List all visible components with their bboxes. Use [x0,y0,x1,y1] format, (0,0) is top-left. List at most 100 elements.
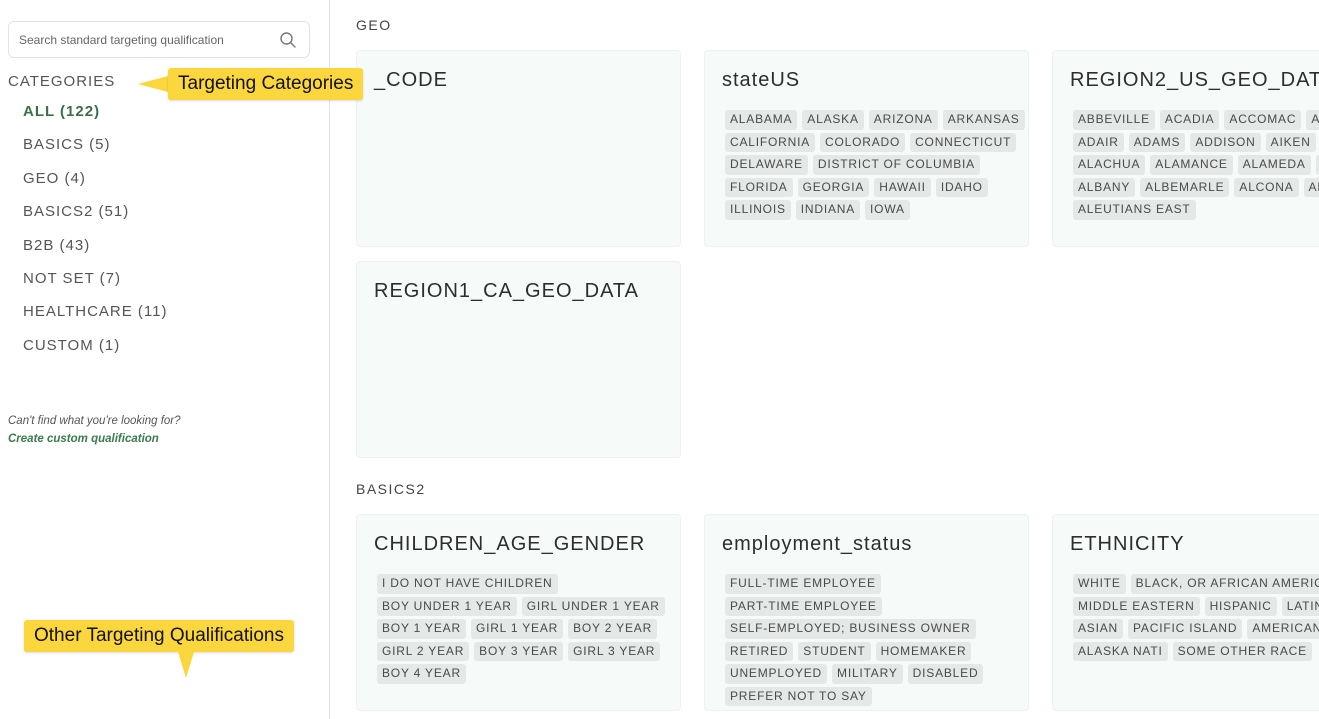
option-tag: ALAMANCE [1150,155,1233,175]
tag-list: I DO NOT HAVE CHILDREN BOY UNDER 1 YEAR GI… [377,574,680,684]
option-tag: INDIANA [795,200,861,220]
option-tag: BOY 1 YEAR [377,619,466,639]
card-title: _CODE [374,69,448,91]
qualification-card-ethnicity[interactable]: ETHNICITY WHITEBLACK, OR AFRICAN AMERICA… [1052,514,1319,711]
option-tag: ACCOMAC [1224,110,1302,130]
option-tag: ILLINOIS [725,200,791,220]
option-tag: COLORADO [820,132,906,152]
option-tag: ALAMEDA [1237,155,1311,175]
option-tag: ALCORN [1303,177,1319,197]
search-box[interactable] [8,21,310,58]
categories-header: CATEGORIES [8,73,116,90]
card-title: REGION1_CA_GEO_DATA [374,280,639,302]
card-title: employment_status [722,533,913,555]
tag-list: WHITEBLACK, OR AFRICAN AMERICANMIDDLE EA… [1073,574,1319,661]
option-tag: ARIZONA [868,110,938,130]
option-tag: ALEUTIANS EAST [1073,200,1196,220]
qualification-card-state-us[interactable]: stateUS ALABAMA ALASKA ARIZONA ARKANSAS CALI… [704,50,1029,247]
card-title: ETHNICITY [1070,533,1185,555]
qualification-card-region1-ca-geo-data[interactable]: REGION1_CA_GEO_DATA [356,261,681,458]
option-tag: ABBEVILLE [1073,110,1155,130]
qualification-card-region2-us-geo-data[interactable]: REGION2_US_GEO_DAT ABBEVILLE ACADIA ACCOMA… [1052,50,1319,247]
option-tag: BLACK, OR AFRICAN AMERICAN [1130,574,1319,594]
category-item-geo[interactable]: GEO (4) [23,167,167,200]
option-tag: DISTRICT OF COLUMBIA [812,155,980,175]
tag-list: FULL-TIME EMPLOYEE PART-TIME EMPLOYEE SELF… [725,574,1028,706]
category-item-basics2[interactable]: BASICS2 (51) [23,200,167,233]
option-tag: IDAHO [935,177,988,197]
option-tag: AIKEN [1265,132,1316,152]
option-tag: CONNECTICUT [910,132,1017,152]
option-tag: HISPANIC [1204,596,1277,616]
option-tag: ARKANSAS [942,110,1025,130]
option-tag: ASIAN [1073,619,1124,639]
tag-list: ALABAMA ALASKA ARIZONA ARKANSAS CALIFORNIA CO… [725,110,1028,220]
option-tag: GIRL 3 YEAR [568,641,661,661]
sidebar: CATEGORIES ALL (122) BASICS (5) GEO (4) … [0,0,330,719]
option-tag: I DO NOT HAVE CHILDREN [377,574,558,594]
section-title-basics2: BASICS2 [356,481,426,497]
option-tag: AMERICAN INDIAN [1247,619,1319,639]
category-item-not-set[interactable]: NOT SET (7) [23,267,167,300]
callout-arrow [178,652,194,678]
help-text: Can't find what you're looking for? [8,415,181,427]
option-tag: FLORIDA [725,177,793,197]
option-tag: ALCONA [1234,177,1299,197]
option-tag: ADDISON [1190,132,1261,152]
option-tag: FULL-TIME EMPLOYEE [725,574,881,594]
option-tag: BOY 2 YEAR [568,619,658,639]
option-tag: ALBANY [1073,177,1136,197]
search-input[interactable] [19,31,269,49]
category-item-b2b[interactable]: B2B (43) [23,234,167,267]
option-tag: STUDENT [798,641,871,661]
qualification-card-employment-status[interactable]: employment_status FULL-TIME EMPLOYEE PART… [704,514,1029,711]
category-item-basics[interactable]: BASICS (5) [23,133,167,166]
option-tag: CALIFORNIA [725,132,816,152]
option-tag: HOMEMAKER [875,641,972,661]
card-title: stateUS [722,69,801,91]
callout-other-targeting-qualifications: Other Targeting Qualifications [24,620,294,652]
option-tag: ALABAMA [725,110,798,130]
option-tag: GIRL UNDER 1 YEAR [521,596,665,616]
option-tag: DELAWARE [725,155,808,175]
search-icon[interactable] [279,31,297,49]
create-custom-qualification-link[interactable]: Create custom qualification [8,433,159,445]
category-list: ALL (122) BASICS (5) GEO (4) BASICS2 (51… [23,100,167,367]
card-title: CHILDREN_AGE_GENDER [374,533,646,555]
qualification-card-children-age-gender[interactable]: CHILDREN_AGE_GENDER I DO NOT HAVE CHILDR… [356,514,681,711]
option-tag: SELF-EMPLOYED; BUSINESS OWNER [725,619,976,639]
option-tag: MILITARY [832,664,903,684]
option-tag: SOME OTHER RACE [1172,641,1312,661]
tag-list: ABBEVILLEACADIAACCOMAC ADA ADAIRADAMSADDIS… [1073,110,1319,220]
option-tag: PACIFIC ISLAND [1128,619,1243,639]
option-tag: PART-TIME EMPLOYEE [725,596,882,616]
option-tag: ALACHUA [1073,155,1146,175]
option-tag: GIRL 1 YEAR [470,619,564,639]
option-tag: RETIRED [725,641,794,661]
category-item-all[interactable]: ALL (122) [23,100,167,133]
option-tag: LATINO [1281,596,1319,616]
option-tag: BOY 4 YEAR [377,664,466,684]
option-tag: ADAMS [1128,132,1186,152]
option-tag: BOY UNDER 1 YEAR [377,596,517,616]
callout-arrow [138,76,168,92]
qualification-card-code[interactable]: _CODE [356,50,681,247]
option-tag: DISABLED [907,664,984,684]
option-tag: ALASKA [802,110,864,130]
section-title-geo: GEO [356,17,392,33]
option-tag: GIRL 2 YEAR [377,641,470,661]
option-tag: ALBEMARLE [1140,177,1230,197]
category-item-healthcare[interactable]: HEALTHCARE (11) [23,300,167,333]
option-tag: ACADIA [1159,110,1220,130]
option-tag: WHITE [1073,574,1126,594]
option-tag: ADA [1306,110,1319,130]
option-tag: GEORGIA [797,177,870,197]
option-tag: ALASKA NATI [1073,641,1168,661]
option-tag: BOY 3 YEAR [474,641,564,661]
option-tag: UNEMPLOYED [725,664,828,684]
option-tag: HAWAII [874,177,931,197]
category-item-custom[interactable]: CUSTOM (1) [23,334,167,367]
callout-targeting-categories: Targeting Categories [168,68,364,100]
option-tag: MIDDLE EASTERN [1073,596,1200,616]
option-tag: PREFER NOT TO SAY [725,686,872,706]
